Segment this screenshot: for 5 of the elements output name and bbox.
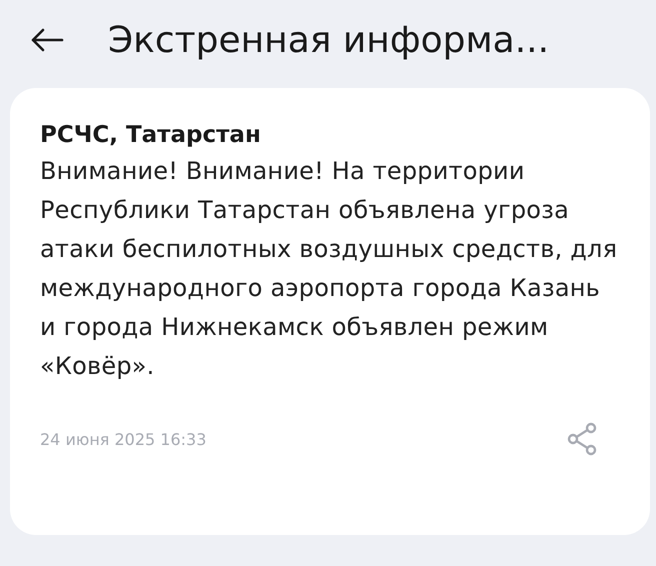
back-icon[interactable] [30,28,64,52]
page-title: Экстренная информа... [108,20,550,60]
message-text: Внимание! Внимание! На территории Республики Татарстан объявлена угроза атаки беспилотных воздушных средств, для международного аэропорта города Казань и города Нижнекамск объявлен режим «Ковёр». [40,156,618,382]
message-date: 24 июня 2025 16:33 [40,430,206,448]
message-source: РСЧС, Татарстан [40,122,262,148]
